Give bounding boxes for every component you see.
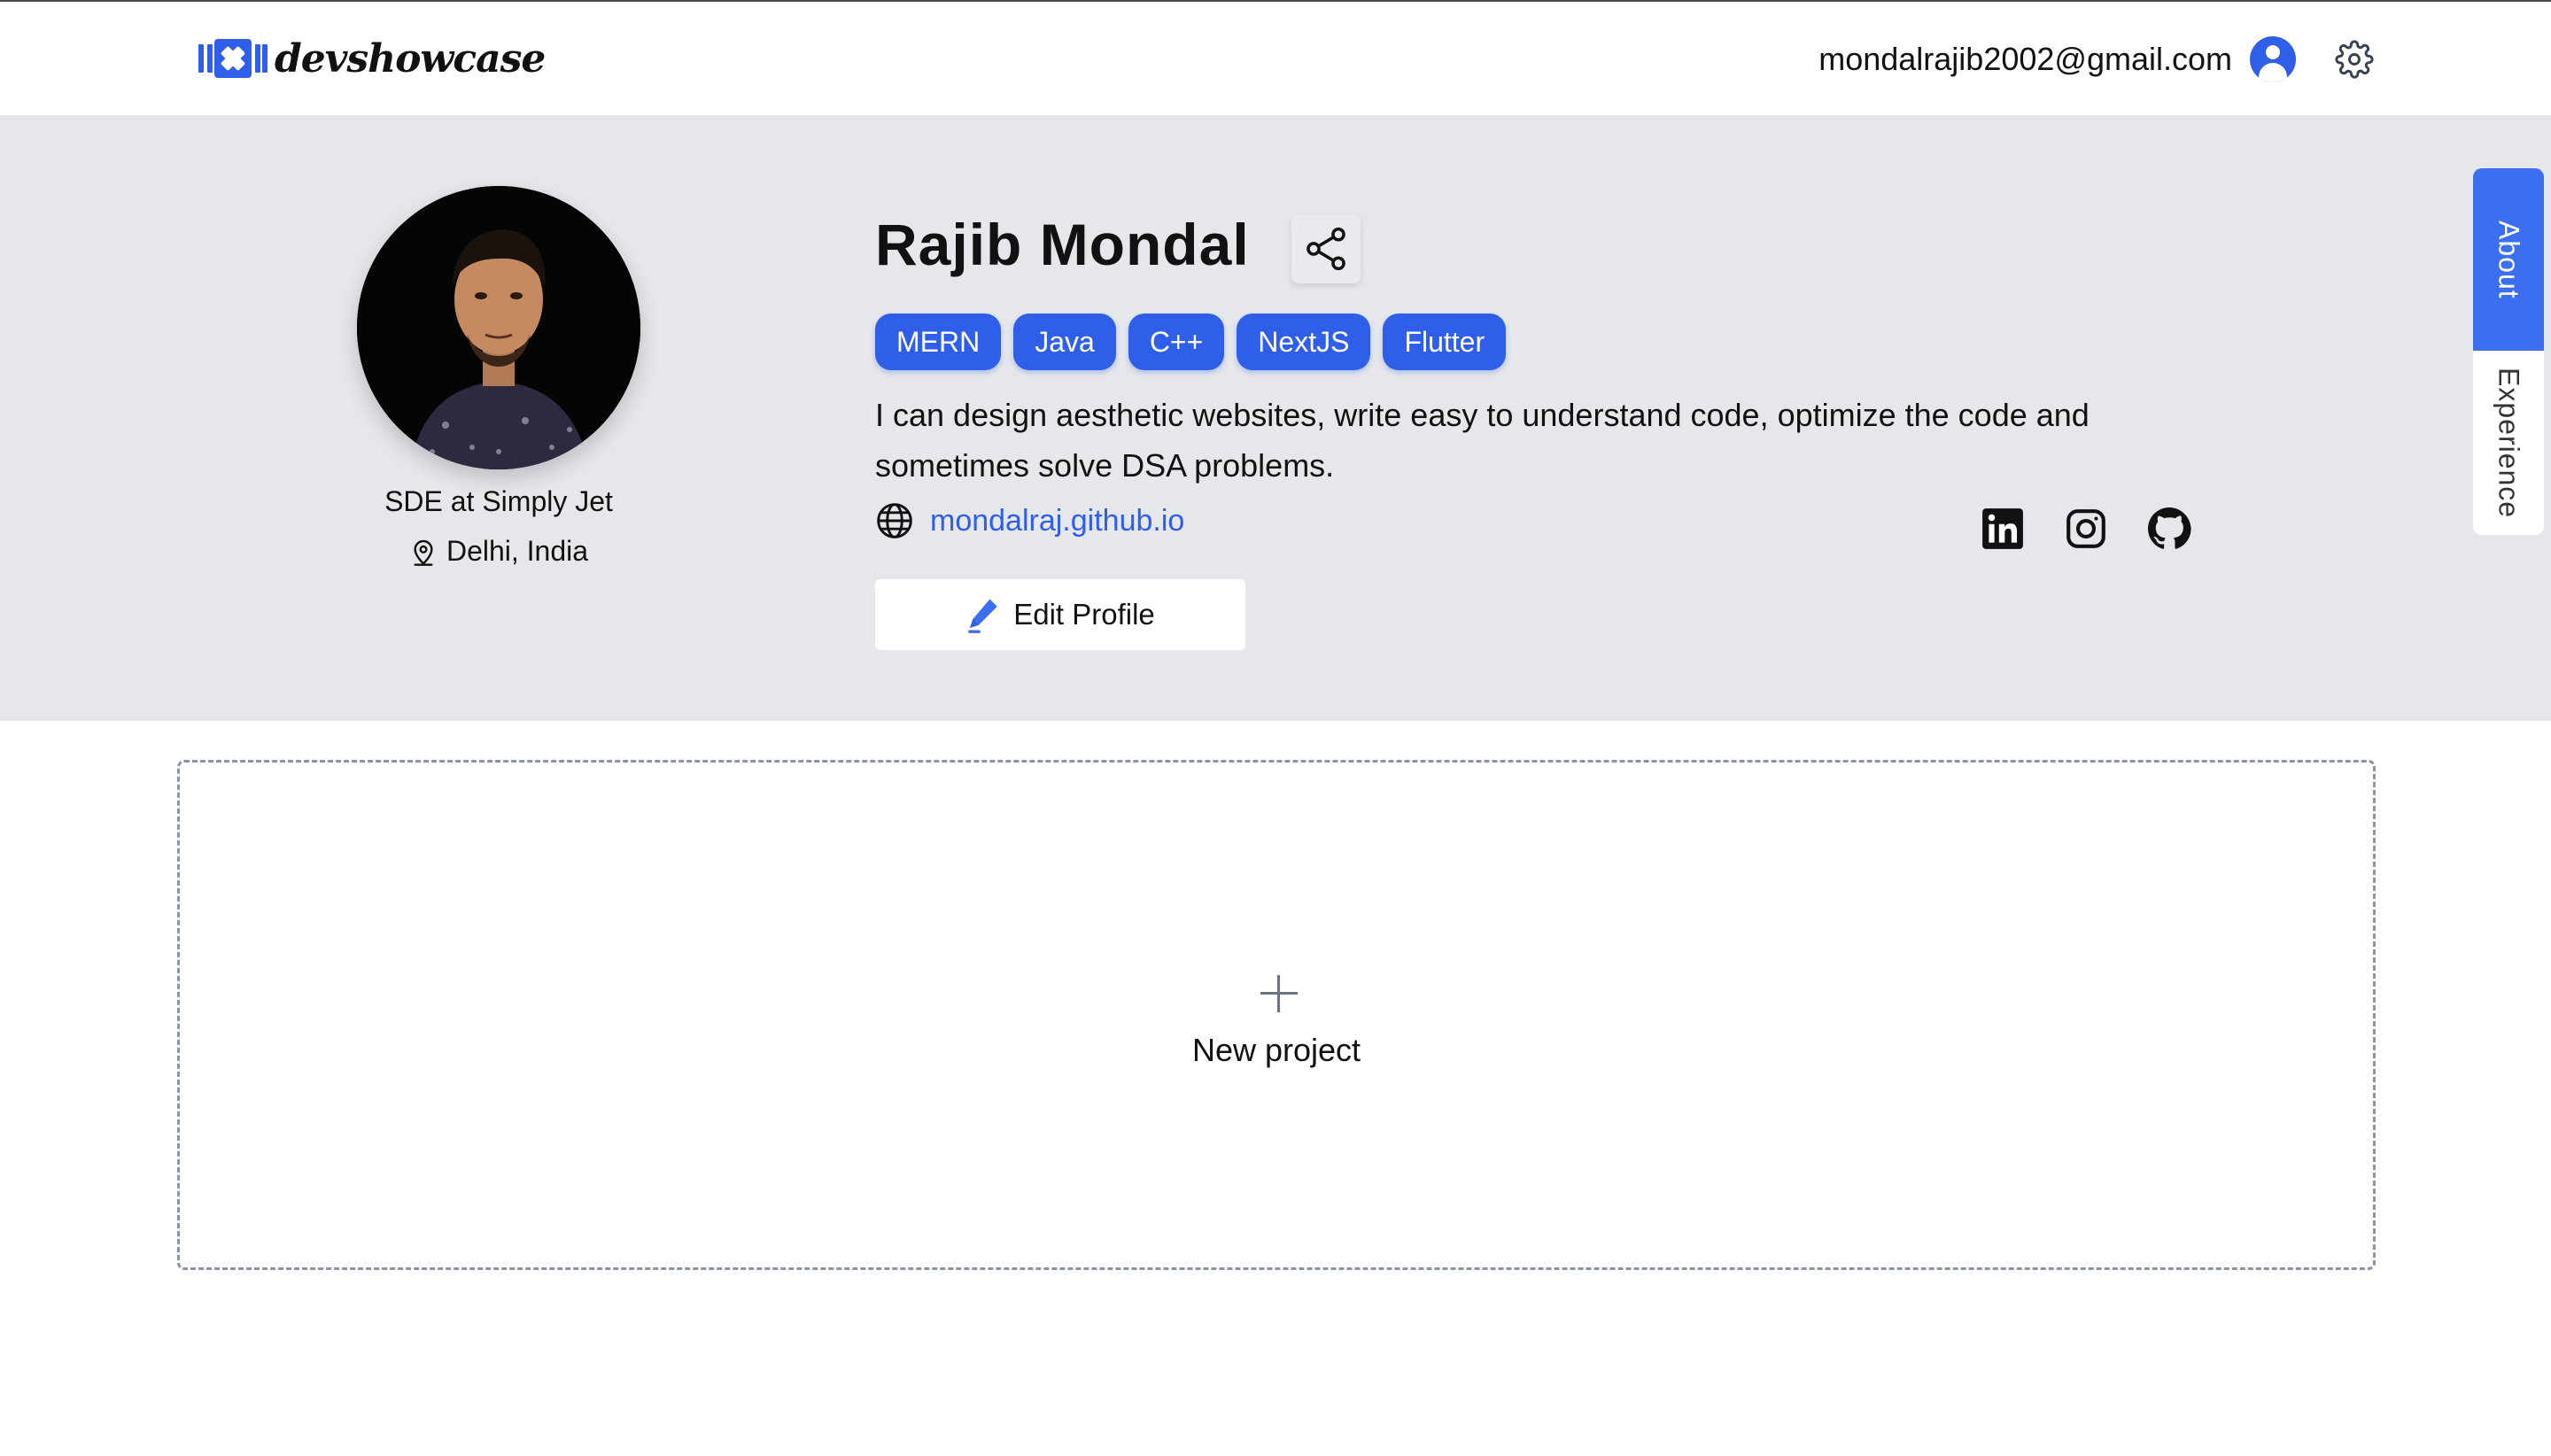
new-project-label: New project xyxy=(1191,1032,1361,1068)
share-button[interactable] xyxy=(1291,214,1361,283)
github-icon[interactable] xyxy=(2147,507,2191,551)
tab-about[interactable]: About xyxy=(2473,168,2544,351)
instagram-icon[interactable] xyxy=(2064,507,2108,551)
tab-about-label: About xyxy=(2493,220,2525,299)
header-account: mondalrajib2002@gmail.com xyxy=(1818,34,2374,85)
skill-tag-flutter: Flutter xyxy=(1383,314,1507,370)
edit-profile-button[interactable]: Edit Profile xyxy=(875,579,1245,650)
user-circle-icon[interactable] xyxy=(2250,36,2296,82)
globe-icon xyxy=(877,503,912,538)
pencil-icon xyxy=(968,599,998,633)
app-header: devshowcase mondalrajib2002@gmail.com xyxy=(0,2,2551,115)
profile-bio: I can design aesthetic websites, write e… xyxy=(875,397,2090,484)
skill-tag-java: Java xyxy=(1013,314,1116,370)
website-link[interactable]: mondalraj.github.io xyxy=(930,504,1184,538)
website-row: mondalraj.github.io xyxy=(875,501,1184,540)
profile-name: Rajib Mondal xyxy=(875,212,1250,277)
location-text: Delhi, India xyxy=(446,535,589,567)
skill-tags: MERN Java C++ NextJS Flutter xyxy=(875,314,1507,370)
profile-location: Delhi, India xyxy=(322,535,676,568)
linkedin-icon[interactable] xyxy=(1981,507,2025,551)
logo-mark-icon xyxy=(198,39,268,78)
logo-text: devshowcase xyxy=(275,35,546,81)
tab-experience-label: Experience xyxy=(2493,367,2525,519)
gear-icon[interactable] xyxy=(2335,40,2374,79)
profile-photo xyxy=(357,186,640,469)
plus-icon xyxy=(1260,975,1298,1012)
profile-role: SDE at Simply Jet xyxy=(384,485,613,517)
tab-experience[interactable]: Experience xyxy=(2473,351,2544,535)
user-email: mondalrajib2002@gmail.com xyxy=(1818,41,2232,77)
map-pin-icon xyxy=(414,539,433,566)
person-photo-illustration xyxy=(357,186,640,469)
skill-tag-cpp: C++ xyxy=(1128,314,1225,370)
logo[interactable]: devshowcase xyxy=(198,34,546,83)
social-links xyxy=(1981,507,2191,551)
share-icon xyxy=(1307,227,1345,271)
skill-tag-mern: MERN xyxy=(875,314,1002,370)
skill-tag-nextjs: NextJS xyxy=(1237,314,1371,370)
edit-profile-label: Edit Profile xyxy=(1013,598,1155,631)
new-project-card[interactable]: New project xyxy=(177,760,2376,1270)
